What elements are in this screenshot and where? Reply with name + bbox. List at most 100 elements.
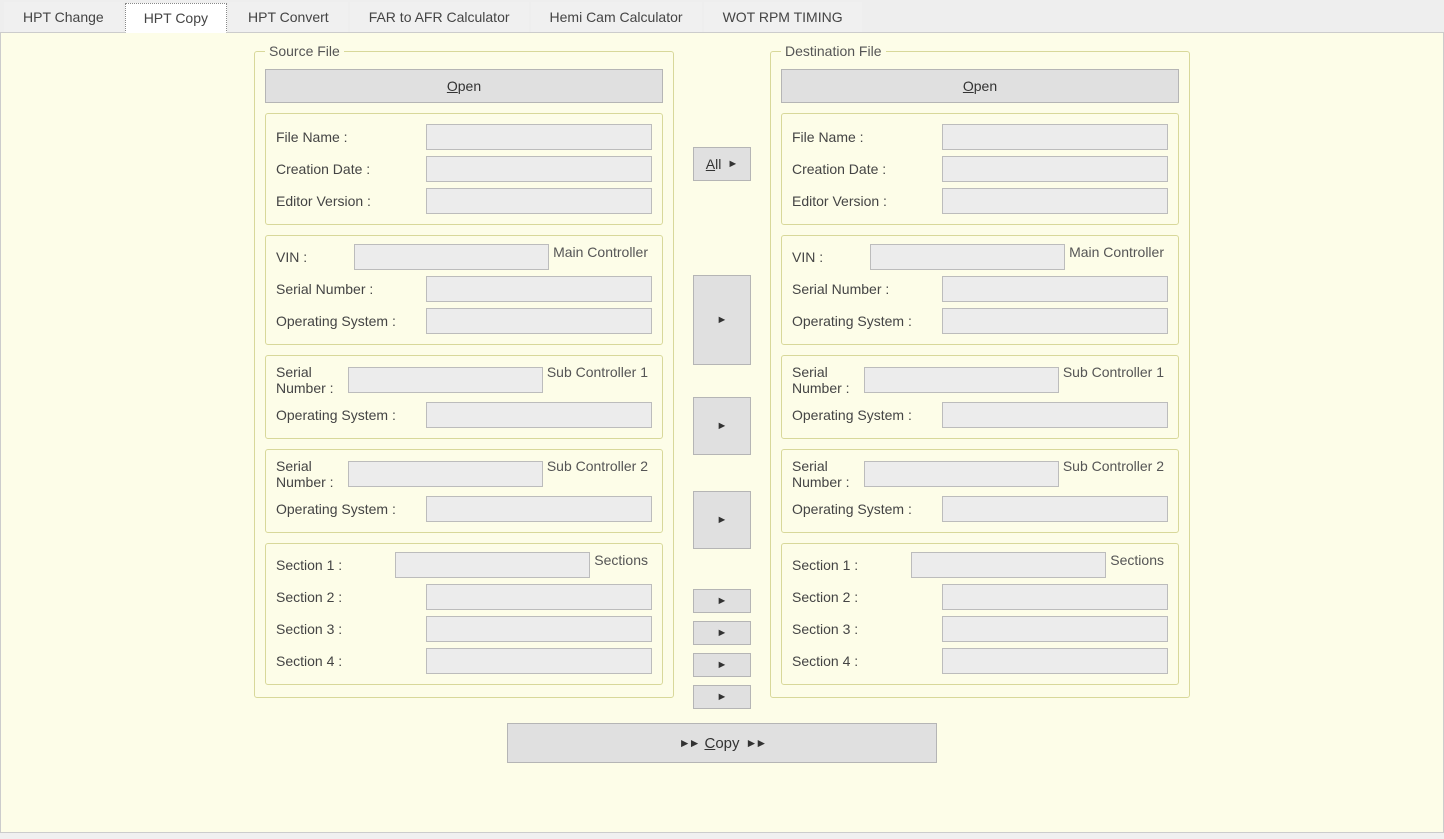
arrow-right-icon: ► <box>717 420 728 432</box>
arrow-right-icon: ► <box>717 691 728 703</box>
destination-sub1-group: Sub Controller 1 Serial Number : Operati… <box>781 355 1179 439</box>
double-arrow-right-icon: ►► <box>746 736 766 750</box>
label-section3: Section 3 : <box>792 621 942 637</box>
source-vin-field[interactable] <box>354 244 549 270</box>
open-label: Open <box>447 78 481 94</box>
destination-vin-field[interactable] <box>870 244 1065 270</box>
destination-main-controller-group: Main Controller VIN : Serial Number : Op… <box>781 235 1179 345</box>
label-creation-date: Creation Date : <box>276 161 426 177</box>
label-section2: Section 2 : <box>276 589 426 605</box>
destination-main-serial-field[interactable] <box>942 276 1168 302</box>
destination-file-name-field[interactable] <box>942 124 1168 150</box>
label-os: Operating System : <box>792 313 942 329</box>
copy-label: Copy <box>704 735 739 752</box>
source-editor-version-field[interactable] <box>426 188 652 214</box>
arrow-right-icon: ► <box>717 659 728 671</box>
sub2-legend: Sub Controller 2 <box>543 458 652 474</box>
transfer-section2-button[interactable]: ► <box>693 621 751 645</box>
source-main-serial-field[interactable] <box>426 276 652 302</box>
source-file-legend: Source File <box>265 43 344 59</box>
transfer-sub1-button[interactable]: ► <box>693 397 751 455</box>
main-controller-legend: Main Controller <box>549 244 652 260</box>
tab-hpt-copy[interactable]: HPT Copy <box>125 3 227 33</box>
arrow-right-icon: ► <box>717 595 728 607</box>
label-serial: Serial Number : <box>792 458 864 490</box>
tab-hpt-convert[interactable]: HPT Convert <box>229 2 348 32</box>
source-creation-date-field[interactable] <box>426 156 652 182</box>
tab-hemi-cam[interactable]: Hemi Cam Calculator <box>531 2 702 32</box>
arrow-right-icon: ► <box>727 158 738 170</box>
source-file-info: File Name : Creation Date : Editor Versi… <box>265 113 663 225</box>
label-vin: VIN : <box>276 249 354 265</box>
label-serial: Serial Number : <box>276 364 348 396</box>
label-section1: Section 1 : <box>792 557 911 573</box>
copy-button[interactable]: ►► Copy ►► <box>507 723 937 763</box>
destination-main-os-field[interactable] <box>942 308 1168 334</box>
label-editor-version: Editor Version : <box>276 193 426 209</box>
destination-editor-version-field[interactable] <box>942 188 1168 214</box>
source-section1-field[interactable] <box>395 552 590 578</box>
tab-hpt-change[interactable]: HPT Change <box>4 2 123 32</box>
destination-section3-field[interactable] <box>942 616 1168 642</box>
tab-far-afr[interactable]: FAR to AFR Calculator <box>350 2 529 32</box>
label-os: Operating System : <box>276 313 426 329</box>
all-label: All <box>706 156 722 172</box>
transfer-main-button[interactable]: ► <box>693 275 751 365</box>
sections-legend: Sections <box>590 552 652 568</box>
label-editor-version: Editor Version : <box>792 193 942 209</box>
tab-wot-rpm[interactable]: WOT RPM TIMING <box>704 2 862 32</box>
destination-section4-field[interactable] <box>942 648 1168 674</box>
label-os: Operating System : <box>792 407 942 423</box>
transfer-sub2-button[interactable]: ► <box>693 491 751 549</box>
label-serial: Serial Number : <box>276 458 348 490</box>
source-section2-field[interactable] <box>426 584 652 610</box>
destination-file-legend: Destination File <box>781 43 886 59</box>
destination-open-button[interactable]: Open <box>781 69 1179 103</box>
destination-sub2-group: Sub Controller 2 Serial Number : Operati… <box>781 449 1179 533</box>
transfer-section4-button[interactable]: ► <box>693 685 751 709</box>
sub1-legend: Sub Controller 1 <box>543 364 652 380</box>
arrow-right-icon: ► <box>717 514 728 526</box>
destination-sub2-serial-field[interactable] <box>864 461 1059 487</box>
destination-section2-field[interactable] <box>942 584 1168 610</box>
label-serial: Serial Number : <box>792 364 864 396</box>
source-sub2-serial-field[interactable] <box>348 461 543 487</box>
source-open-button[interactable]: Open <box>265 69 663 103</box>
label-section4: Section 4 : <box>276 653 426 669</box>
destination-file-info: File Name : Creation Date : Editor Versi… <box>781 113 1179 225</box>
destination-sub2-os-field[interactable] <box>942 496 1168 522</box>
source-sections-group: Sections Section 1 : Section 2 : Section… <box>265 543 663 685</box>
transfer-all-button[interactable]: All ► <box>693 147 751 181</box>
source-sub2-group: Sub Controller 2 Serial Number : Operati… <box>265 449 663 533</box>
tab-content: Source File Open File Name : Creation Da… <box>0 33 1444 833</box>
transfer-section1-button[interactable]: ► <box>693 589 751 613</box>
destination-sub1-os-field[interactable] <box>942 402 1168 428</box>
sub2-legend: Sub Controller 2 <box>1059 458 1168 474</box>
label-serial: Serial Number : <box>792 281 942 297</box>
open-label: Open <box>963 78 997 94</box>
destination-section1-field[interactable] <box>911 552 1106 578</box>
label-section4: Section 4 : <box>792 653 942 669</box>
destination-file-group: Destination File Open File Name : Creati… <box>770 43 1190 698</box>
source-sub1-serial-field[interactable] <box>348 367 543 393</box>
label-creation-date: Creation Date : <box>792 161 942 177</box>
label-file-name: File Name : <box>792 129 942 145</box>
destination-sections-group: Sections Section 1 : Section 2 : Section… <box>781 543 1179 685</box>
source-main-os-field[interactable] <box>426 308 652 334</box>
source-file-group: Source File Open File Name : Creation Da… <box>254 43 674 698</box>
source-main-controller-group: Main Controller VIN : Serial Number : Op… <box>265 235 663 345</box>
source-section3-field[interactable] <box>426 616 652 642</box>
label-os: Operating System : <box>792 501 942 517</box>
source-sub1-os-field[interactable] <box>426 402 652 428</box>
label-os: Operating System : <box>276 501 426 517</box>
destination-sub1-serial-field[interactable] <box>864 367 1059 393</box>
transfer-section3-button[interactable]: ► <box>693 653 751 677</box>
destination-creation-date-field[interactable] <box>942 156 1168 182</box>
source-section4-field[interactable] <box>426 648 652 674</box>
sections-legend: Sections <box>1106 552 1168 568</box>
source-file-name-field[interactable] <box>426 124 652 150</box>
source-sub2-os-field[interactable] <box>426 496 652 522</box>
label-serial: Serial Number : <box>276 281 426 297</box>
arrow-right-icon: ► <box>717 627 728 639</box>
label-os: Operating System : <box>276 407 426 423</box>
